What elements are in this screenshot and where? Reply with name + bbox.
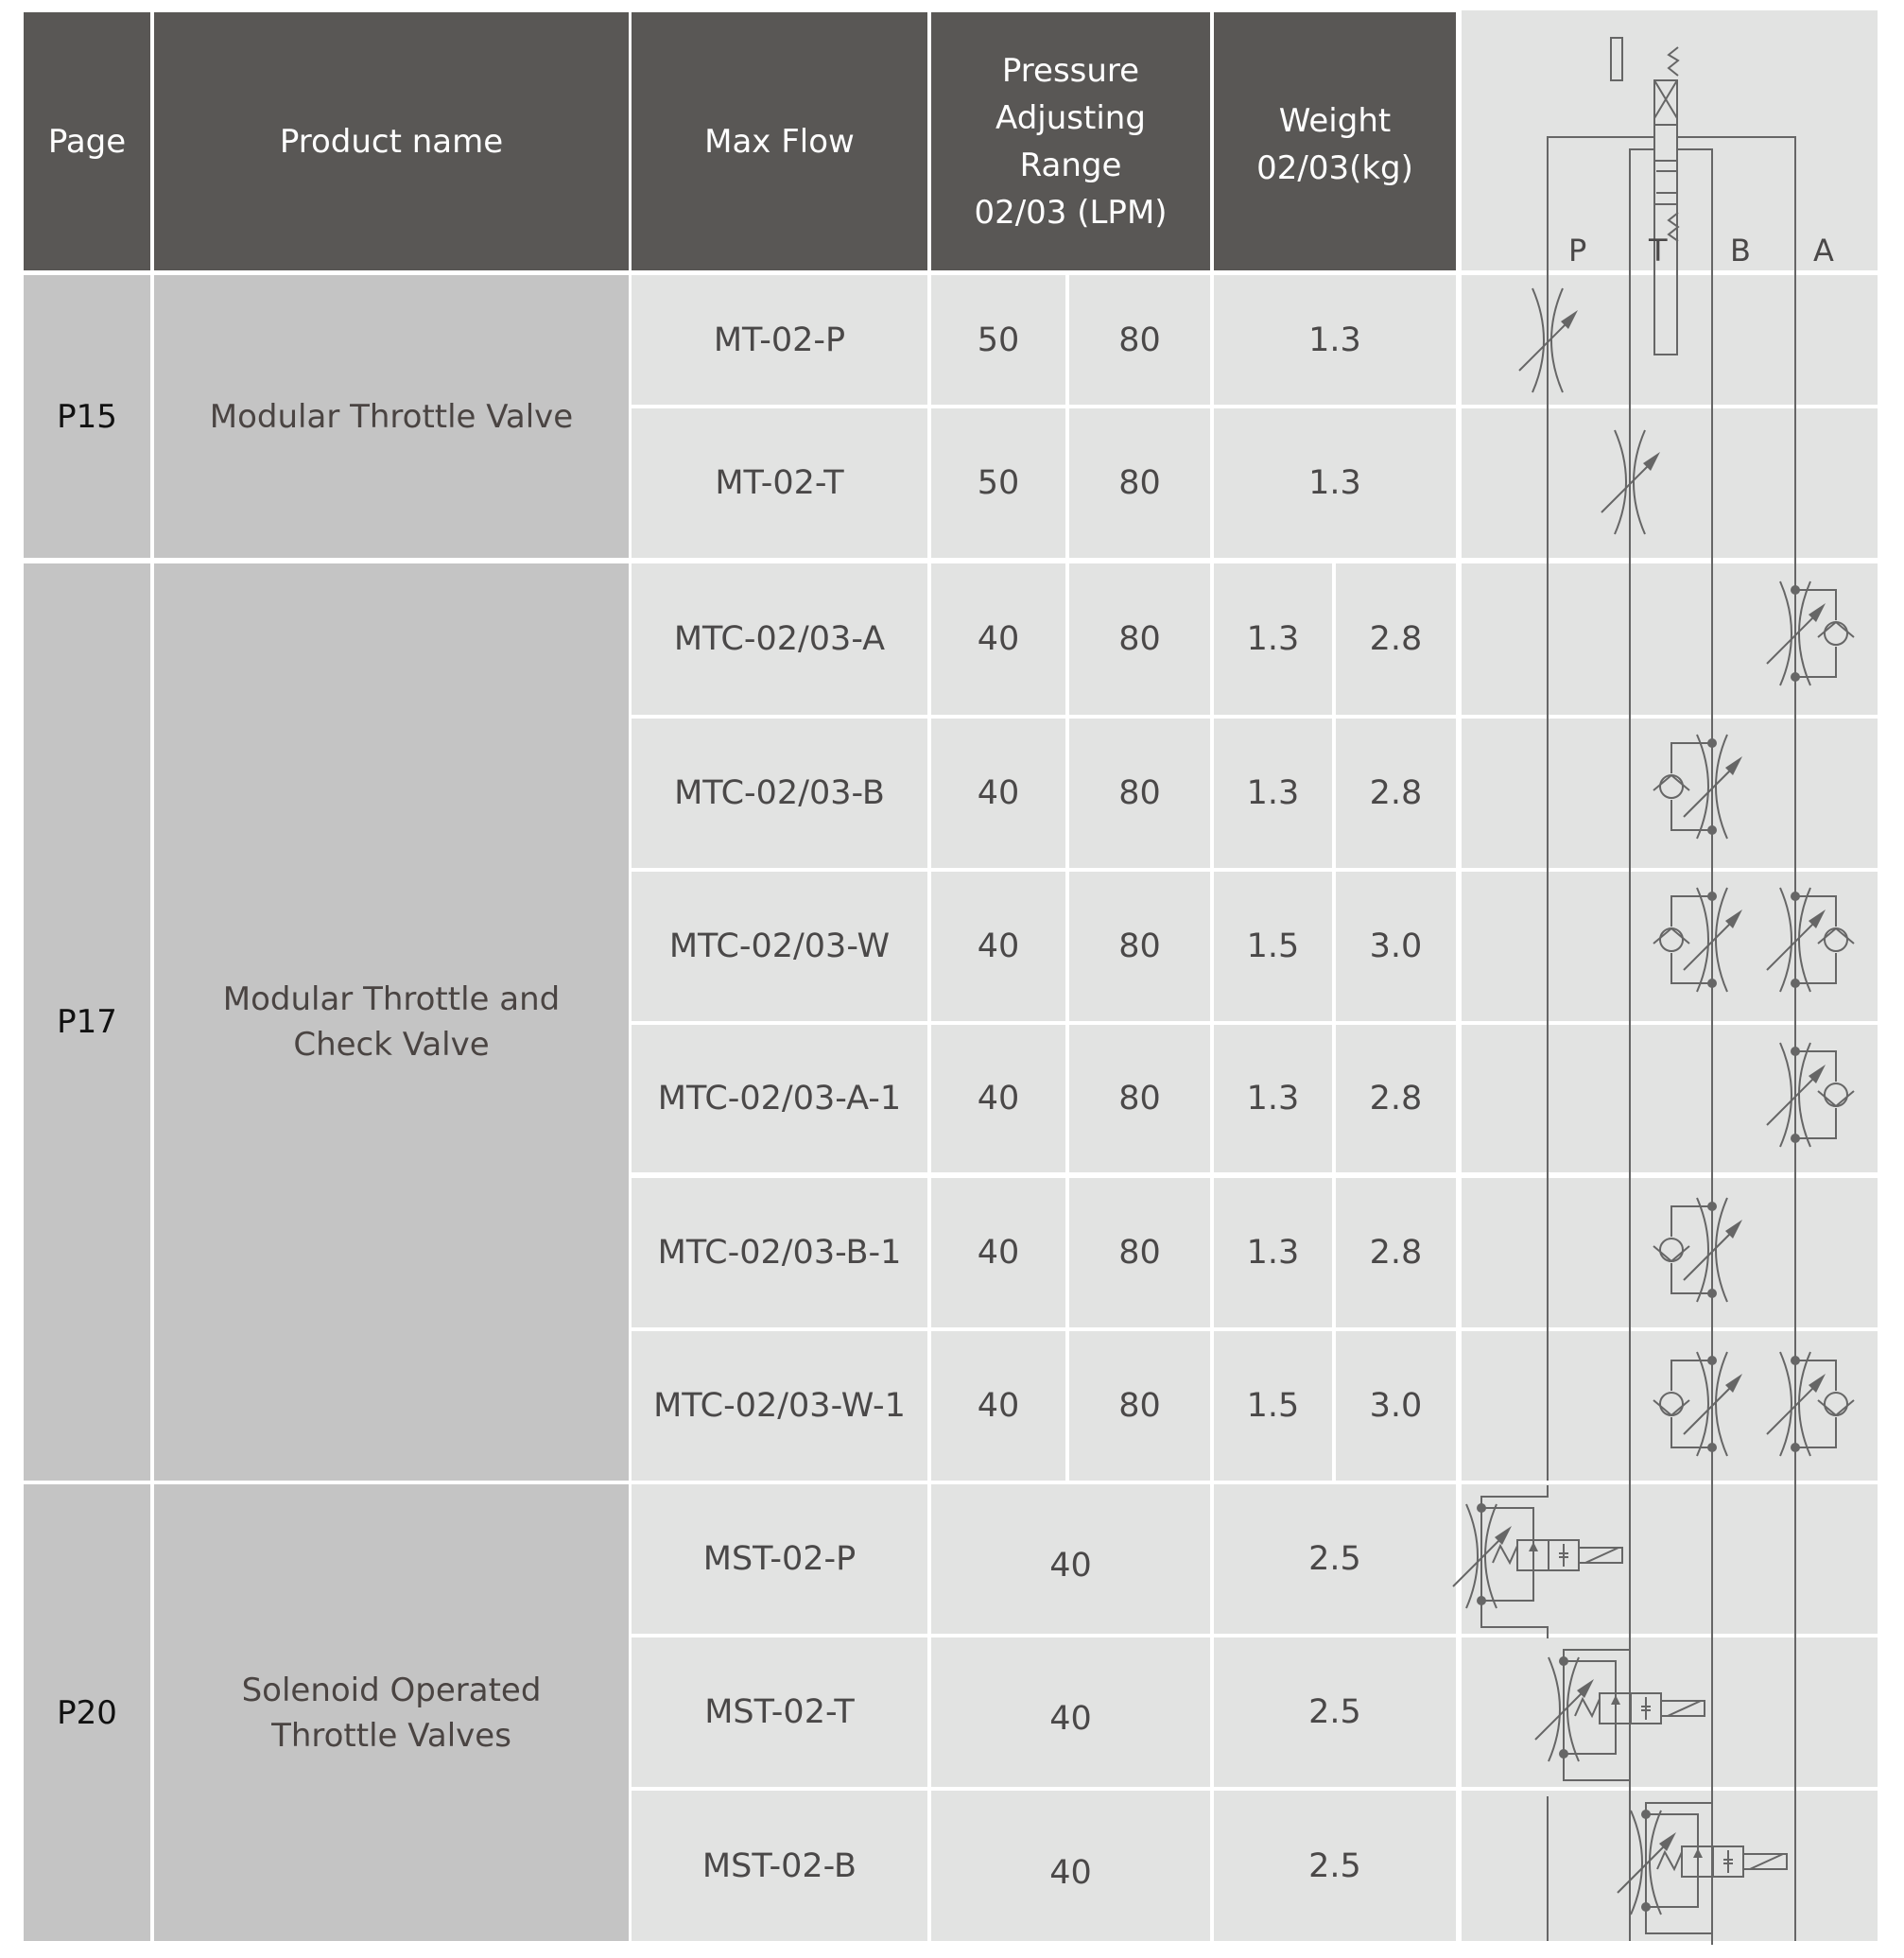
- pressure-min: 40: [931, 872, 1065, 1021]
- weight-02: 1.5: [1214, 872, 1332, 1021]
- weight-03: 2.8: [1336, 563, 1456, 715]
- model-cell: MTC-02/03-W-1: [632, 1331, 927, 1481]
- model-cell: MT-02-P: [632, 275, 927, 405]
- header-max-flow: Max Flow: [632, 12, 927, 270]
- header-schematic: [1462, 10, 1878, 270]
- schematic-cell: [1462, 872, 1878, 1021]
- pressure-max: 80: [1069, 275, 1210, 405]
- header-pressure-range: Pressure Adjusting Range 02/03 (LPM): [931, 12, 1210, 270]
- group-page: P15: [24, 275, 150, 558]
- group-product-name: Modular Throttle Valve: [154, 275, 629, 558]
- model-cell: MTC-02/03-B-1: [632, 1178, 927, 1327]
- weight-03: 2.8: [1336, 1178, 1456, 1327]
- schematic-cell: [1462, 275, 1878, 405]
- weight-value: 2.5: [1214, 1637, 1456, 1787]
- schematic-cell: [1462, 1791, 1878, 1941]
- weight-value: 1.3: [1214, 275, 1456, 405]
- weight-value: 2.5: [1214, 1791, 1456, 1941]
- weight-02: 1.3: [1214, 1178, 1332, 1327]
- group-page: P17: [24, 563, 150, 1481]
- model-cell: MTC-02/03-B: [632, 719, 927, 868]
- schematic-cell: [1462, 408, 1878, 558]
- weight-03: 3.0: [1336, 1331, 1456, 1481]
- pressure-max: 80: [1069, 1178, 1210, 1327]
- model-cell: MTC-02/03-W: [632, 872, 927, 1021]
- model-cell: MTC-02/03-A: [632, 563, 927, 715]
- model-cell: MT-02-T: [632, 408, 927, 558]
- group-page: P20: [24, 1484, 150, 1941]
- schematic-cell: [1462, 563, 1878, 715]
- header-product-name: Product name: [154, 12, 629, 270]
- schematic-cell: [1462, 1637, 1878, 1787]
- schematic-cell: [1462, 1178, 1878, 1327]
- weight-02: 1.5: [1214, 1331, 1332, 1481]
- pressure-value: 40: [931, 1637, 1210, 1787]
- pressure-value: 40: [931, 1484, 1210, 1634]
- port-label-b: B: [1730, 233, 1751, 269]
- pressure-min: 40: [931, 1025, 1065, 1172]
- pressure-max: 80: [1069, 1025, 1210, 1172]
- group-product-name: Solenoid Operated Throttle Valves: [154, 1484, 629, 1941]
- weight-02: 1.3: [1214, 1025, 1332, 1172]
- pressure-value: 40: [931, 1791, 1210, 1941]
- schematic-cell: [1462, 1331, 1878, 1481]
- header-page: Page: [24, 12, 150, 270]
- header-weight: Weight 02/03(kg): [1214, 12, 1456, 270]
- model-cell: MST-02-B: [632, 1791, 927, 1941]
- port-label-a: A: [1813, 233, 1834, 269]
- port-label-p: P: [1568, 233, 1587, 269]
- pressure-max: 80: [1069, 1331, 1210, 1481]
- group-product-name: Modular Throttle and Check Valve: [154, 563, 629, 1481]
- pressure-min: 40: [931, 563, 1065, 715]
- model-cell: MST-02-P: [632, 1484, 927, 1634]
- weight-02: 1.3: [1214, 719, 1332, 868]
- weight-value: 1.3: [1214, 408, 1456, 558]
- port-label-t: T: [1649, 233, 1668, 269]
- weight-02: 1.3: [1214, 563, 1332, 715]
- schematic-cell: [1462, 1025, 1878, 1172]
- pressure-min: 50: [931, 408, 1065, 558]
- weight-03: 3.0: [1336, 872, 1456, 1021]
- pressure-max: 80: [1069, 563, 1210, 715]
- weight-03: 2.8: [1336, 719, 1456, 868]
- model-cell: MST-02-T: [632, 1637, 927, 1787]
- weight-03: 2.8: [1336, 1025, 1456, 1172]
- pressure-min: 40: [931, 1178, 1065, 1327]
- pressure-max: 80: [1069, 872, 1210, 1021]
- schematic-cell: [1462, 1484, 1878, 1634]
- pressure-min: 50: [931, 275, 1065, 405]
- pressure-min: 40: [931, 1331, 1065, 1481]
- model-cell: MTC-02/03-A-1: [632, 1025, 927, 1172]
- pressure-max: 80: [1069, 719, 1210, 868]
- schematic-cell: [1462, 719, 1878, 868]
- pressure-min: 40: [931, 719, 1065, 868]
- pressure-max: 80: [1069, 408, 1210, 558]
- weight-value: 2.5: [1214, 1484, 1456, 1634]
